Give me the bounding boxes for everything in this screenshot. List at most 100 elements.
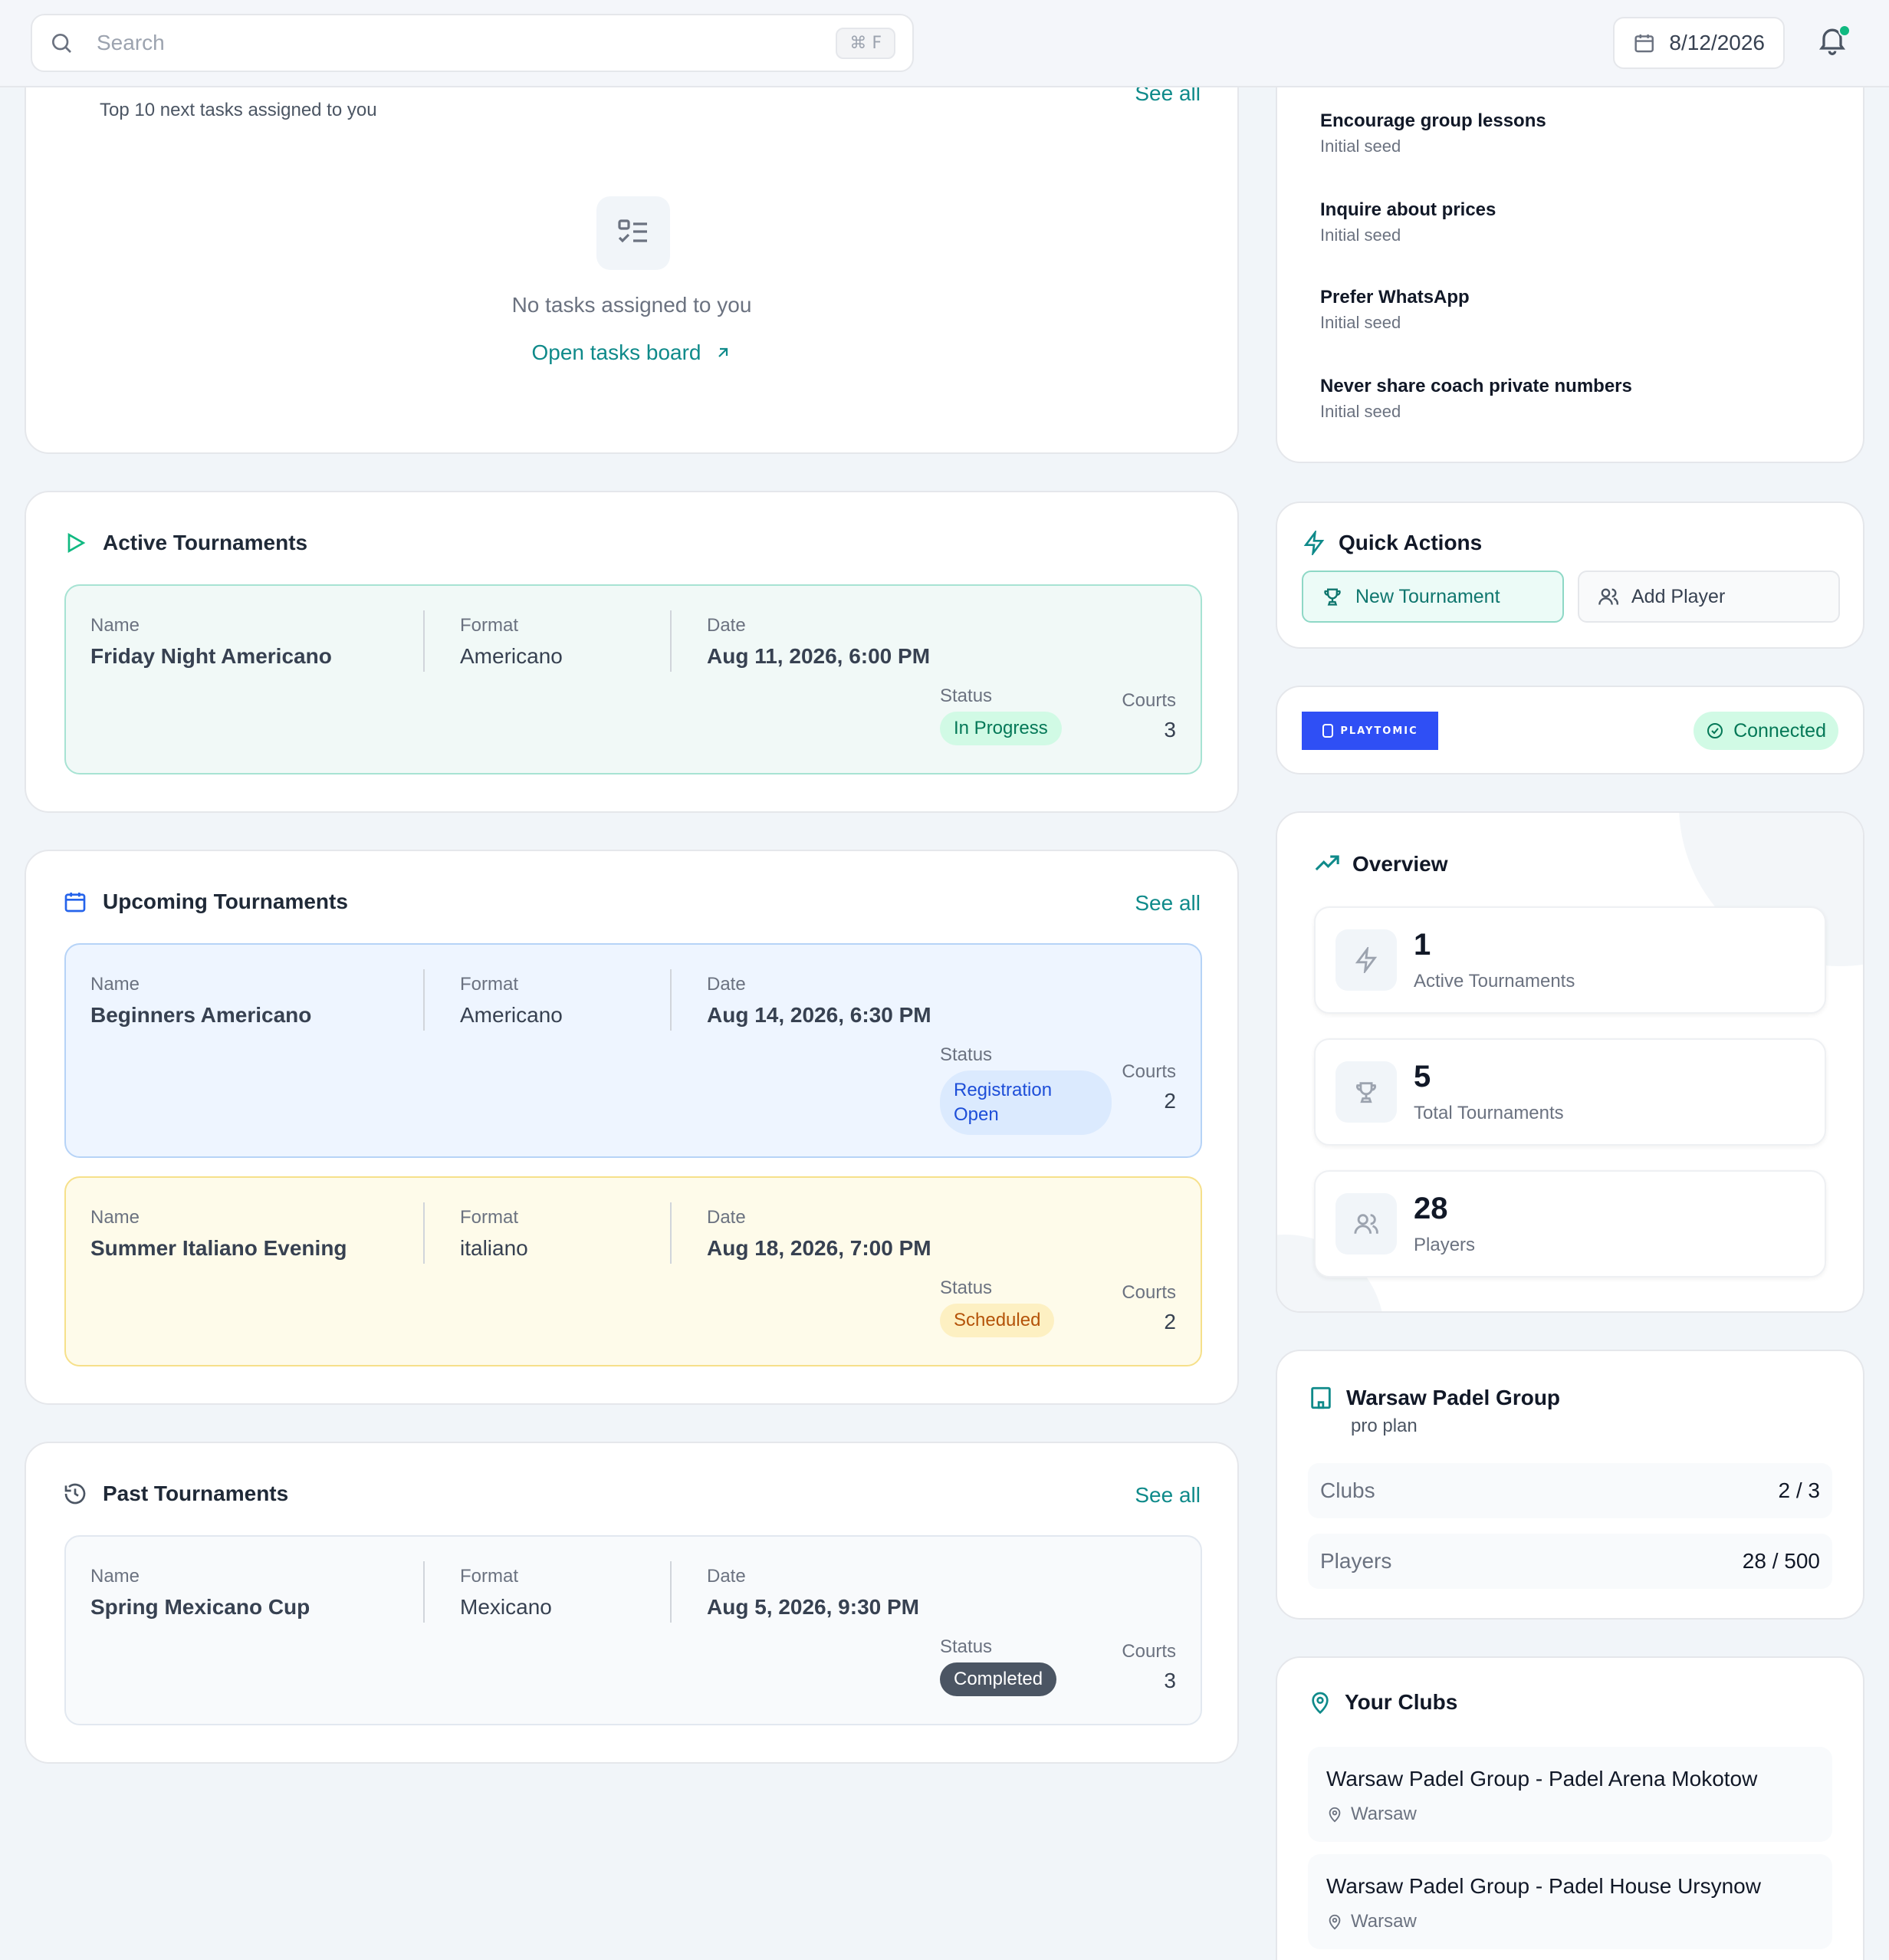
notifications-button[interactable]: [1815, 23, 1854, 61]
note-title: Inquire about prices: [1320, 199, 1496, 220]
stat-card: 1 Active Tournaments: [1314, 906, 1826, 1014]
status-badge: Registration Open: [940, 1070, 1112, 1135]
tournament-row[interactable]: Name Summer Italiano Evening Format italia…: [64, 1176, 1202, 1366]
format-label: Format: [460, 1207, 519, 1228]
tournament-name: Beginners Americano: [90, 1003, 312, 1027]
name-label: Name: [90, 1566, 140, 1587]
status-label: Status: [940, 686, 993, 706]
tournament-date: Aug 18, 2026, 7:00 PM: [707, 1236, 931, 1260]
past-tournaments-title: Past Tournaments: [103, 1482, 289, 1505]
playtomic-mark-icon: [1322, 724, 1334, 738]
search-shortcut: ⌘ F: [836, 27, 895, 59]
players-usage-value: 28 / 500: [1742, 1549, 1820, 1573]
active-tournaments-card: Active Tournaments Name Friday Night Amer…: [25, 491, 1239, 813]
new-tournament-label: New Tournament: [1355, 585, 1500, 607]
format-label: Format: [460, 1566, 519, 1587]
club-name: Warsaw Padel Group - Padel House Ursynow: [1326, 1874, 1761, 1898]
playtomic-logo-text: PLAYTOMIC: [1340, 725, 1418, 737]
stat-value: 1: [1414, 928, 1431, 962]
upcoming-see-all-link[interactable]: See all: [1135, 891, 1201, 916]
status-label: Status: [940, 1044, 993, 1065]
playtomic-logo: PLAYTOMIC: [1302, 712, 1438, 750]
column-divider: [670, 610, 672, 672]
connection-status-badge: Connected: [1694, 712, 1838, 750]
column-divider: [670, 969, 672, 1031]
tournament-row[interactable]: Name Beginners Americano Format Americano …: [64, 943, 1202, 1158]
your-clubs-title: Your Clubs: [1345, 1690, 1458, 1714]
quick-actions-header: Quick Actions: [1302, 531, 1482, 555]
date-label: Date: [707, 615, 746, 636]
column-divider: [670, 1202, 672, 1264]
courts-label: Courts: [1122, 1641, 1176, 1662]
note-source: Initial seed: [1320, 402, 1401, 421]
stat-card: 5 Total Tournaments: [1314, 1038, 1826, 1146]
notes-card: Encourage group lessons Initial seed Inq…: [1276, 46, 1864, 463]
users-icon: [1598, 588, 1618, 605]
club-city: Warsaw: [1351, 1911, 1417, 1932]
column-divider: [423, 610, 425, 672]
courts-value: 2: [1164, 1310, 1176, 1334]
upcoming-tournaments-header: Upcoming Tournaments: [63, 890, 348, 914]
name-label: Name: [90, 615, 140, 636]
map-pin-icon: [1312, 1692, 1329, 1715]
club-city: Warsaw: [1351, 1804, 1417, 1824]
format-label: Format: [460, 615, 519, 636]
overview-header: Overview: [1314, 851, 1448, 877]
history-icon: [64, 1483, 86, 1505]
clubs-usage-value: 2 / 3: [1778, 1478, 1820, 1502]
open-tasks-board-link[interactable]: Open tasks board: [26, 340, 1237, 365]
organization-name: Warsaw Padel Group: [1346, 1386, 1561, 1409]
users-icon: [1335, 1193, 1397, 1255]
tasks-subtitle: Top 10 next tasks assigned to you: [100, 100, 377, 120]
courts-value: 2: [1164, 1089, 1176, 1113]
current-date: 8/12/2026: [1669, 31, 1765, 54]
past-see-all-link[interactable]: See all: [1135, 1483, 1201, 1508]
building-icon: [1311, 1386, 1331, 1409]
status-label: Status: [940, 1636, 993, 1657]
arrow-up-right-icon: [718, 347, 728, 357]
search-input[interactable]: [97, 31, 836, 55]
tournament-format: Mexicano: [460, 1595, 552, 1619]
status-badge: Completed: [940, 1662, 1057, 1696]
organization-header: Warsaw Padel Group: [1308, 1385, 1560, 1411]
format-label: Format: [460, 974, 519, 995]
calendar-icon: [64, 893, 86, 913]
club-location: Warsaw: [1326, 1804, 1417, 1825]
tournament-date: Aug 11, 2026, 6:00 PM: [707, 644, 931, 668]
past-tournaments-card: Past Tournaments See all Name Spring Mexi…: [25, 1442, 1239, 1764]
search-icon: [52, 34, 71, 53]
stat-label: Players: [1414, 1235, 1476, 1255]
organization-card: Warsaw Padel Group pro plan Clubs 2 / 3 …: [1276, 1350, 1864, 1620]
stat-label: Active Tournaments: [1414, 971, 1575, 992]
tournament-row[interactable]: Name Spring Mexicano Cup Format Mexicano D…: [64, 1535, 1202, 1725]
trophy-icon: [1324, 588, 1341, 606]
courts-value: 3: [1164, 718, 1176, 742]
add-player-button[interactable]: Add Player: [1578, 571, 1840, 623]
clubs-usage: Clubs 2 / 3: [1308, 1463, 1832, 1518]
map-pin-icon: [1329, 1914, 1341, 1930]
tournament-date: Aug 14, 2026, 6:30 PM: [707, 1003, 931, 1027]
tournament-format: Americano: [460, 644, 563, 668]
name-label: Name: [90, 974, 140, 995]
tournament-name: Summer Italiano Evening: [90, 1236, 347, 1260]
club-item[interactable]: Warsaw Padel Group - Padel House Ursynow…: [1308, 1854, 1832, 1949]
upcoming-tournaments-card: Upcoming Tournaments See all Name Beginne…: [25, 850, 1239, 1405]
tournament-row[interactable]: Name Friday Night Americano Format America…: [64, 584, 1202, 774]
overview-title: Overview: [1352, 852, 1448, 876]
players-usage-label: Players: [1320, 1549, 1392, 1573]
status-badge: In Progress: [940, 712, 1062, 745]
tournament-name: Friday Night Americano: [90, 644, 332, 668]
date-picker-button[interactable]: 8/12/2026: [1613, 17, 1785, 69]
club-location: Warsaw: [1326, 1911, 1417, 1932]
search-bar[interactable]: ⌘ F: [31, 14, 914, 72]
date-label: Date: [707, 974, 746, 995]
your-clubs-header: Your Clubs: [1308, 1690, 1457, 1715]
top-bar: ⌘ F 8/12/2026: [0, 0, 1889, 87]
check-circle-icon: [1707, 723, 1723, 738]
bolt-icon: [1303, 531, 1325, 555]
add-player-label: Add Player: [1631, 585, 1726, 607]
club-item[interactable]: Warsaw Padel Group - Padel Arena Mokotow…: [1308, 1747, 1832, 1842]
tournament-date: Aug 5, 2026, 9:30 PM: [707, 1595, 920, 1619]
new-tournament-button[interactable]: New Tournament: [1302, 571, 1564, 623]
column-divider: [670, 1561, 672, 1623]
